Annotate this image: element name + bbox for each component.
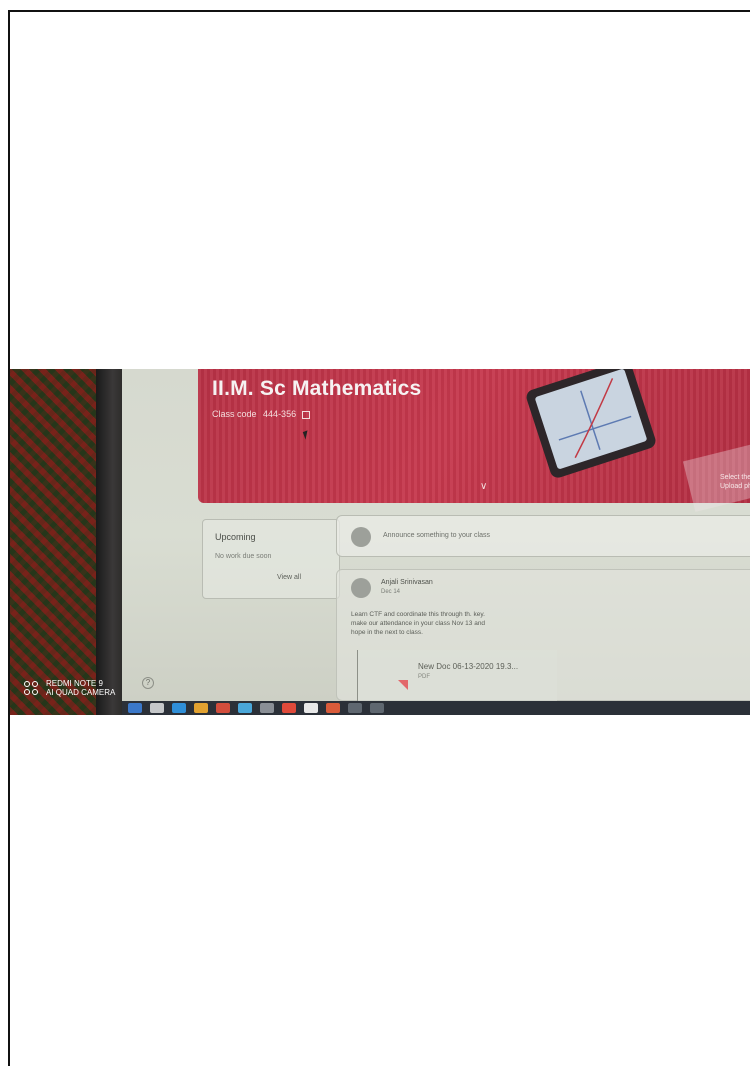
browser-icon[interactable] [304, 703, 318, 713]
upcoming-empty-text: No work due soon [215, 553, 272, 560]
pdf-app-icon[interactable] [326, 703, 340, 713]
select-theme-label: Select then [720, 474, 750, 481]
pdf-thumbnail-icon [398, 680, 408, 690]
help-icon[interactable]: ? [142, 677, 154, 689]
announce-box[interactable]: Announce something to your class ⇅ [336, 515, 750, 557]
announce-placeholder: Announce something to your class [383, 532, 491, 539]
window-icon[interactable] [348, 703, 362, 713]
attachment-type: PDF [418, 674, 430, 680]
avatar [351, 527, 371, 547]
windows-taskbar [122, 701, 750, 715]
class-code-value: 444-356 [263, 409, 297, 419]
photo-of-monitor: II.M. Sc Mathematics Class code 444-356 … [10, 369, 750, 715]
store-icon[interactable] [238, 703, 252, 713]
monitor-bezel [96, 369, 124, 715]
window-icon[interactable] [370, 703, 384, 713]
fullscreen-icon[interactable] [301, 410, 310, 419]
graph-drawing [558, 378, 632, 459]
post-body: Learn CTF and coordinate this through th… [351, 611, 486, 636]
upload-photo-label: Upload pho [720, 483, 750, 490]
start-icon[interactable] [128, 703, 142, 713]
folder-icon[interactable] [194, 703, 208, 713]
watermark-text: REDMI NOTE 9 AI QUAD CAMERA [46, 679, 115, 697]
post-card: Anjali Srinivasan Dec 14 ⋮ Learn CTF and… [336, 569, 750, 702]
attachment-card[interactable]: New Doc 06-13-2020 19.3... PDF [357, 650, 557, 702]
post-date: Dec 14 [381, 589, 401, 595]
chevron-down-icon[interactable]: ∨ [480, 481, 487, 492]
class-code: Class code 444-356 [212, 409, 310, 419]
chrome-icon[interactable] [282, 703, 296, 713]
class-banner: II.M. Sc Mathematics Class code 444-356 … [198, 369, 750, 512]
watermark-camera: AI QUAD CAMERA [46, 688, 116, 697]
carpet-background [10, 369, 100, 715]
edge-icon[interactable] [172, 703, 186, 713]
upcoming-card: Upcoming No work due soon View all [202, 519, 340, 599]
view-all-link[interactable]: View all [277, 574, 301, 581]
attachment-title: New Doc 06-13-2020 19.3... [418, 662, 519, 671]
author-avatar [351, 578, 371, 598]
select-theme-link[interactable]: Select then Upload pho [720, 473, 750, 491]
upcoming-title: Upcoming [215, 532, 256, 542]
tablet-graph-illustration [534, 369, 648, 470]
post-author: Anjali Srinivasan [381, 579, 433, 586]
class-title[interactable]: II.M. Sc Mathematics [212, 377, 421, 401]
tablet-illustration [524, 369, 658, 480]
watermark-model: REDMI NOTE 9 [46, 679, 103, 688]
search-icon[interactable] [150, 703, 164, 713]
classroom-screen: II.M. Sc Mathematics Class code 444-356 … [122, 369, 750, 702]
quad-camera-icon [24, 681, 40, 697]
office-icon[interactable] [216, 703, 230, 713]
class-code-label: Class code [212, 409, 257, 419]
app-icon[interactable] [260, 703, 274, 713]
